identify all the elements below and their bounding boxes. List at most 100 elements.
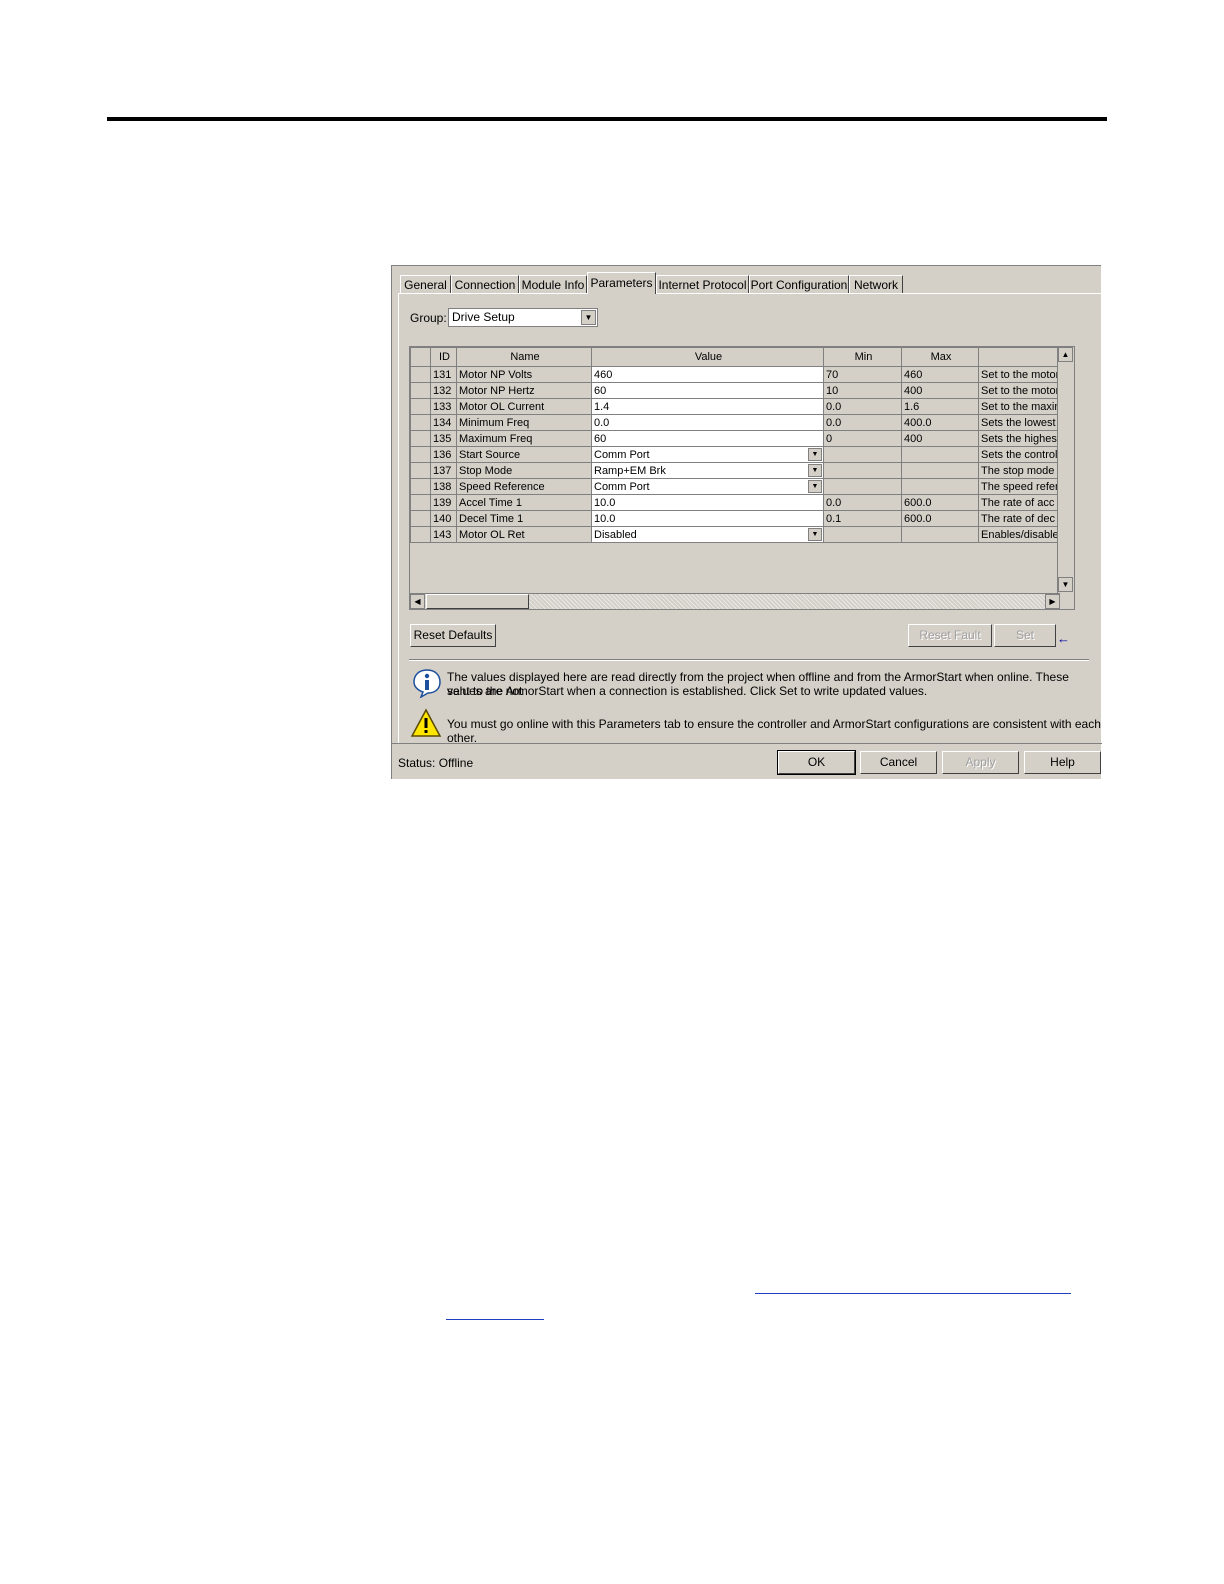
table-row[interactable]: 139 Accel Time 1 10.0 0.0 600.0 The rate of a…: [410, 494, 1062, 511]
tab-connection[interactable]: Connection: [451, 275, 519, 293]
row-selector[interactable]: [410, 398, 431, 415]
cell-id-text: 135: [433, 432, 452, 445]
cell-id: 138: [430, 478, 457, 495]
cell-min-text: 0.1: [826, 512, 842, 525]
vertical-scrollbar[interactable]: ▲ ▼: [1057, 347, 1074, 593]
table-row[interactable]: 138 Speed Reference Comm Port ▼ The speed re…: [410, 478, 1062, 495]
cell-value[interactable]: 60: [591, 382, 824, 399]
group-select[interactable]: Drive Setup ▼: [448, 308, 598, 327]
row-selector[interactable]: [410, 366, 431, 383]
tab-parameters[interactable]: Parameters: [587, 272, 656, 294]
hyperlink-underline-2[interactable]: [446, 1319, 544, 1320]
table-row[interactable]: 132 Motor NP Hertz 60 10 400 Set to the motor: [410, 382, 1062, 399]
dropdown-arrow-icon[interactable]: ▼: [808, 464, 822, 477]
scroll-down-icon[interactable]: ▼: [1058, 577, 1073, 592]
table-header-row: ID Name Value Min Max: [410, 347, 1062, 367]
dropdown-arrow-icon[interactable]: ▼: [808, 480, 822, 493]
set-button[interactable]: Set: [994, 624, 1056, 647]
row-selector[interactable]: [410, 510, 431, 527]
cell-max: [901, 478, 979, 495]
scroll-left-icon[interactable]: ◀: [410, 594, 425, 609]
dropdown-arrow-icon[interactable]: ▼: [808, 448, 822, 461]
cell-value[interactable]: 60: [591, 430, 824, 447]
tab-network[interactable]: Network: [849, 275, 903, 293]
cell-value-text: Disabled: [594, 528, 637, 541]
ok-button[interactable]: OK: [777, 750, 856, 775]
cell-max: 400.0: [901, 414, 979, 431]
column-header-value[interactable]: Value: [591, 347, 824, 367]
cell-name: Motor NP Hertz: [456, 382, 592, 399]
cell-description-text: The rate of acc: [981, 496, 1055, 509]
column-header-max[interactable]: Max: [901, 347, 979, 367]
row-selector[interactable]: [410, 382, 431, 399]
scroll-up-icon[interactable]: ▲: [1058, 347, 1073, 362]
help-button[interactable]: Help: [1024, 751, 1101, 774]
table-row[interactable]: 143 Motor OL Ret Disabled ▼ Enables/disable: [410, 526, 1062, 543]
cell-description: The rate of dec: [978, 510, 1062, 527]
cell-value[interactable]: 10.0: [591, 510, 824, 527]
cell-value[interactable]: 10.0: [591, 494, 824, 511]
cell-value-text: 60: [594, 432, 607, 445]
cell-name: Motor NP Volts: [456, 366, 592, 383]
cell-value[interactable]: 0.0: [591, 414, 824, 431]
cell-description: Sets the highes: [978, 430, 1062, 447]
horizontal-scrollbar[interactable]: ◀ ▶: [410, 593, 1060, 609]
table-row[interactable]: 134 Minimum Freq 0.0 0.0 400.0 Sets the lowes…: [410, 414, 1062, 431]
row-selector[interactable]: [410, 526, 431, 543]
row-selector[interactable]: [410, 446, 431, 463]
table-row[interactable]: 135 Maximum Freq 60 0 400 Sets the highes: [410, 430, 1062, 447]
cell-max-text: 400: [904, 384, 923, 397]
column-header-description[interactable]: [978, 347, 1062, 367]
cell-value[interactable]: Comm Port ▼: [591, 478, 824, 495]
row-selector[interactable]: [410, 430, 431, 447]
reset-defaults-button[interactable]: Reset Defaults: [410, 624, 496, 647]
left-arrow-icon: ←: [1057, 631, 1070, 646]
dropdown-arrow-icon[interactable]: ▼: [581, 310, 596, 325]
cell-value[interactable]: 460: [591, 366, 824, 383]
tab-general[interactable]: General: [400, 275, 451, 293]
table-row[interactable]: 131 Motor NP Volts 460 70 460 Set to the moto…: [410, 366, 1062, 383]
tab-label: Network: [853, 278, 898, 292]
table-row[interactable]: 140 Decel Time 1 10.0 0.1 600.0 The rate of d…: [410, 510, 1062, 527]
cell-max: 600.0: [901, 494, 979, 511]
apply-button[interactable]: Apply: [942, 751, 1019, 774]
cell-id-text: 131: [433, 368, 452, 381]
cell-value-text: 10.0: [594, 496, 616, 509]
cell-value[interactable]: Comm Port ▼: [591, 446, 824, 463]
dropdown-arrow-icon[interactable]: ▼: [808, 528, 822, 541]
column-header-id[interactable]: ID: [430, 347, 457, 367]
table-row[interactable]: 137 Stop Mode Ramp+EM Brk ▼ The stop mode: [410, 462, 1062, 479]
tab-port-configuration[interactable]: Port Configuration: [749, 275, 849, 293]
parameters-grid[interactable]: ID Name Value Min Max 131 Motor NP Volts 4…: [409, 346, 1075, 610]
cell-value[interactable]: Disabled ▼: [591, 526, 824, 543]
row-selector[interactable]: [410, 462, 431, 479]
cell-name: Accel Time 1: [456, 494, 592, 511]
tab-module-info[interactable]: Module Info: [519, 275, 587, 293]
cell-max: [901, 462, 979, 479]
cell-value[interactable]: 1.4: [591, 398, 824, 415]
row-selector[interactable]: [410, 478, 431, 495]
cell-id: 131: [430, 366, 457, 383]
scroll-right-icon[interactable]: ▶: [1045, 594, 1060, 609]
horizontal-scroll-thumb[interactable]: [426, 594, 529, 609]
cancel-button[interactable]: Cancel: [860, 751, 937, 774]
footer-divider: [392, 743, 1102, 744]
table-row[interactable]: 136 Start Source Comm Port ▼ Sets the contro…: [410, 446, 1062, 463]
cell-value[interactable]: Ramp+EM Brk ▼: [591, 462, 824, 479]
row-selector[interactable]: [410, 414, 431, 431]
table-row[interactable]: 133 Motor OL Current 1.4 0.0 1.6 Set to the m…: [410, 398, 1062, 415]
info-icon: [413, 669, 441, 698]
cell-id: 133: [430, 398, 457, 415]
hyperlink-underline-1[interactable]: [755, 1293, 1071, 1294]
reset-fault-button[interactable]: Reset Fault: [908, 624, 992, 647]
column-header-name[interactable]: Name: [456, 347, 592, 367]
column-header-min[interactable]: Min: [823, 347, 902, 367]
tab-internet-protocol[interactable]: Internet Protocol: [656, 275, 749, 293]
cell-max-text: 1.6: [904, 400, 920, 413]
row-selector[interactable]: [410, 494, 431, 511]
cell-name-text: Accel Time 1: [459, 496, 522, 509]
cell-name: Stop Mode: [456, 462, 592, 479]
warning-icon: [410, 708, 442, 737]
cell-value-text: 0.0: [594, 416, 610, 429]
cell-min-text: 0: [826, 432, 833, 445]
